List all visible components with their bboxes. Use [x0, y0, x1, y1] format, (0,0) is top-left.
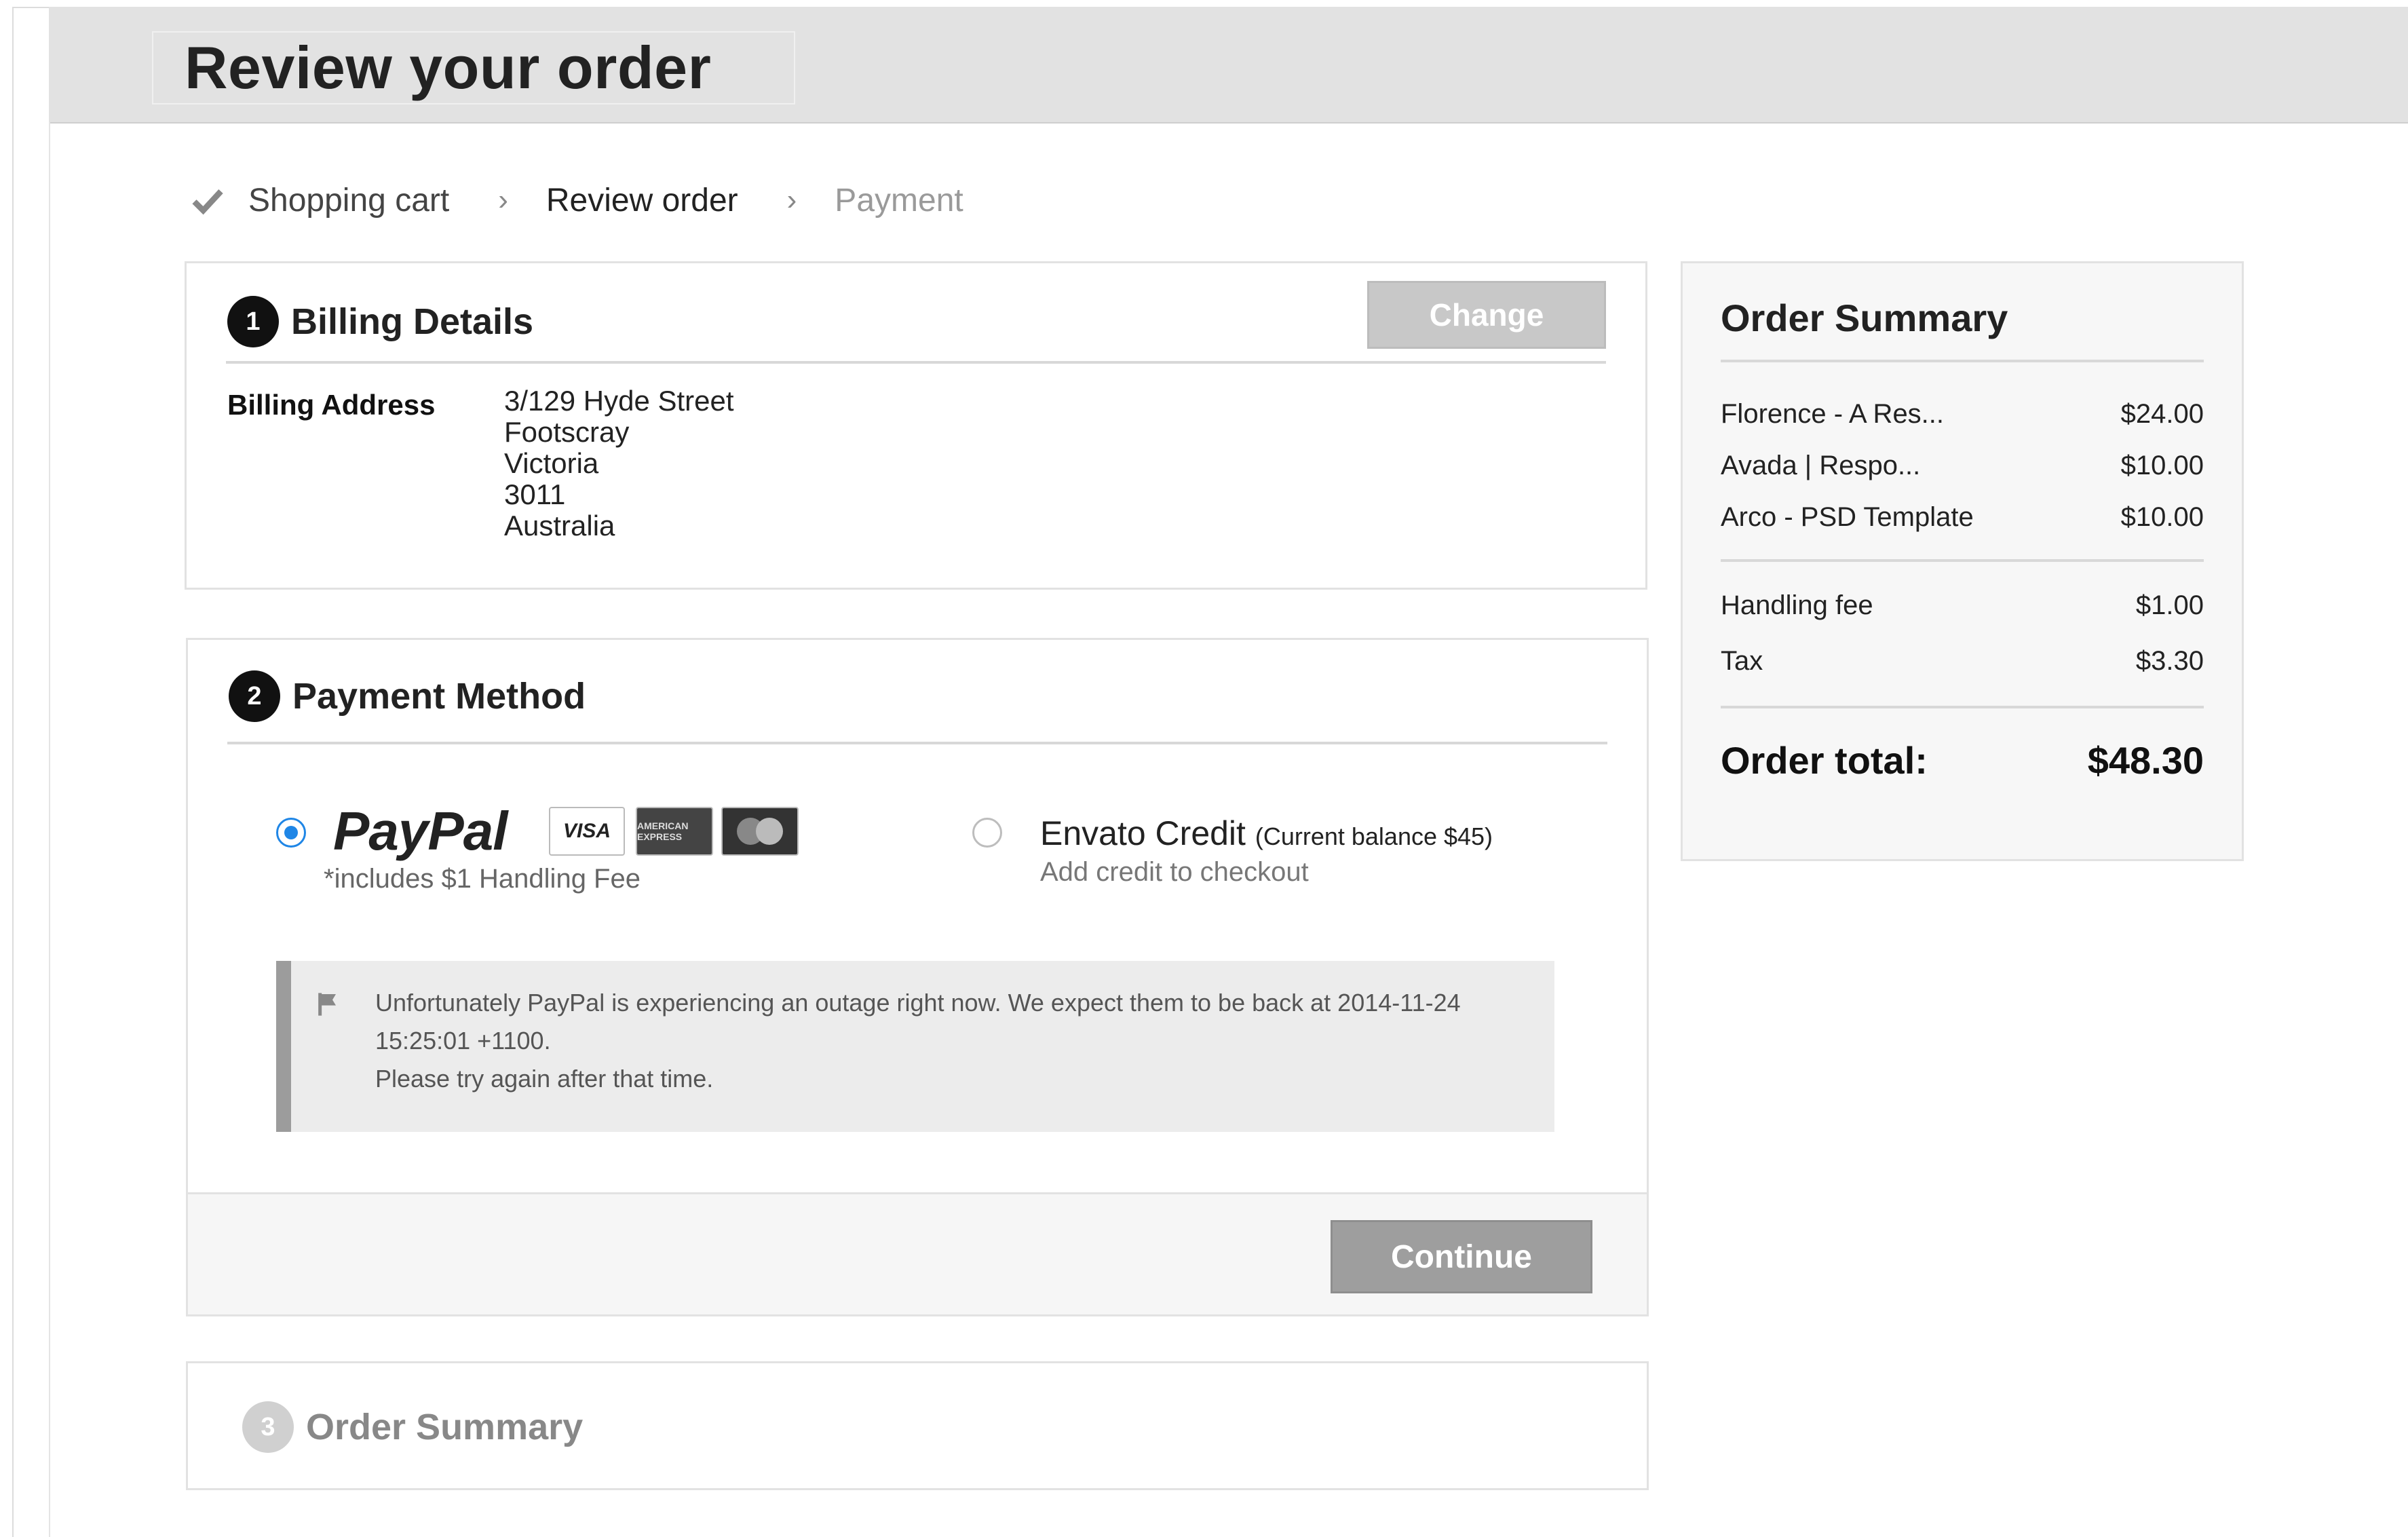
order-summary-step-heading: 3 Order Summary — [242, 1401, 583, 1453]
order-item: Avada | Respo... $10.00 — [1721, 451, 2204, 481]
fee-name: Handling fee — [1721, 590, 1873, 620]
divider — [1721, 559, 2204, 562]
alert-message: Please try again after that time. — [375, 1065, 714, 1093]
divider — [1721, 360, 2204, 362]
billing-details-title: Billing Details — [291, 301, 534, 342]
mastercard-icon — [721, 807, 799, 856]
payment-method-panel: 2 Payment Method PayPal VISA AMERICAN EX… — [186, 638, 1649, 1316]
continue-button[interactable]: Continue — [1331, 1220, 1592, 1293]
step-shopping-cart[interactable]: Shopping cart — [190, 182, 449, 219]
envato-credit-option[interactable]: Envato Credit (Current balance $45) — [1040, 814, 1493, 853]
item-name: Arco - PSD Template — [1721, 502, 1974, 532]
amex-card-icon: AMERICAN EXPRESS — [636, 807, 713, 856]
paypal-radio[interactable] — [276, 818, 306, 848]
page-title-box: Review your order — [152, 31, 795, 105]
fee-row: Tax $3.30 — [1721, 646, 2204, 677]
item-price: $10.00 — [2120, 451, 2204, 480]
order-total-value: $48.30 — [2087, 739, 2204, 782]
divider — [1721, 706, 2204, 708]
envato-credit-radio[interactable] — [972, 818, 1002, 848]
address-line: 3011 — [504, 478, 566, 510]
step-number-badge: 3 — [242, 1401, 294, 1453]
change-billing-button[interactable]: Change — [1367, 281, 1606, 349]
step-payment: Payment — [835, 182, 963, 219]
visa-card-icon: VISA — [549, 807, 625, 856]
item-price: $24.00 — [2120, 399, 2204, 429]
billing-address-label: Billing Address — [227, 389, 436, 421]
order-total-label: Order total: — [1721, 739, 1928, 782]
order-item: Arco - PSD Template $10.00 — [1721, 502, 2204, 533]
paypal-outage-alert: Unfortunately PayPal is experiencing an … — [276, 961, 1554, 1132]
order-summary-sidebar: Order Summary Florence - A Res... $24.00… — [1681, 261, 2244, 861]
content-divider — [49, 122, 50, 1537]
fee-price: $3.30 — [2135, 646, 2204, 676]
divider — [226, 361, 1606, 364]
item-price: $10.00 — [2120, 502, 2204, 532]
divider — [227, 742, 1607, 744]
address-line: 3/129 Hyde Street — [504, 385, 734, 417]
item-name: Florence - A Res... — [1721, 399, 1945, 429]
flag-icon — [318, 993, 336, 1016]
address-line: Victoria — [504, 447, 599, 479]
envato-credit-label: Envato Credit — [1040, 814, 1246, 852]
chevron-right-icon: › — [498, 183, 508, 216]
order-summary-step-panel[interactable]: 3 Order Summary — [186, 1361, 1649, 1490]
item-name: Avada | Respo... — [1721, 451, 1921, 480]
envato-balance: (Current balance $45) — [1255, 822, 1493, 850]
billing-address: 3/129 Hyde Street Footscray Victoria 301… — [504, 385, 734, 542]
fee-row: Handling fee $1.00 — [1721, 590, 2204, 621]
step-number-badge: 1 — [227, 296, 279, 347]
paypal-logo[interactable]: PayPal — [333, 800, 508, 862]
page-title: Review your order — [185, 34, 712, 101]
order-total: Order total: $48.30 — [1721, 738, 2204, 782]
fee-price: $1.00 — [2135, 590, 2204, 620]
payment-method-title: Payment Method — [292, 676, 586, 717]
billing-details-panel: 1 Billing Details Change Billing Address… — [185, 261, 1647, 590]
checkout-steps: Shopping cart › Review order › Payment — [190, 176, 963, 224]
check-icon — [192, 189, 223, 215]
step-label: Shopping cart — [248, 182, 450, 219]
step-label: Payment — [835, 182, 963, 219]
alert-message: Unfortunately PayPal is experiencing an … — [375, 989, 1461, 1055]
billing-details-heading: 1 Billing Details — [227, 296, 533, 347]
payment-footer: Continue — [188, 1192, 1647, 1314]
order-item: Florence - A Res... $24.00 — [1721, 399, 2204, 430]
sidebar-title: Order Summary — [1721, 297, 2008, 339]
address-line: Australia — [504, 510, 615, 542]
step-number-badge: 2 — [229, 670, 280, 722]
step-review-order: Review order — [546, 182, 738, 219]
chevron-right-icon: › — [786, 183, 797, 216]
payment-method-heading: 2 Payment Method — [229, 670, 586, 722]
step-label: Review order — [546, 182, 738, 219]
paypal-fee-note: *includes $1 Handling Fee — [324, 864, 641, 894]
address-line: Footscray — [504, 416, 630, 448]
order-summary-step-title: Order Summary — [306, 1407, 584, 1447]
add-credit-link[interactable]: Add credit to checkout — [1040, 857, 1309, 888]
fee-name: Tax — [1721, 646, 1763, 676]
